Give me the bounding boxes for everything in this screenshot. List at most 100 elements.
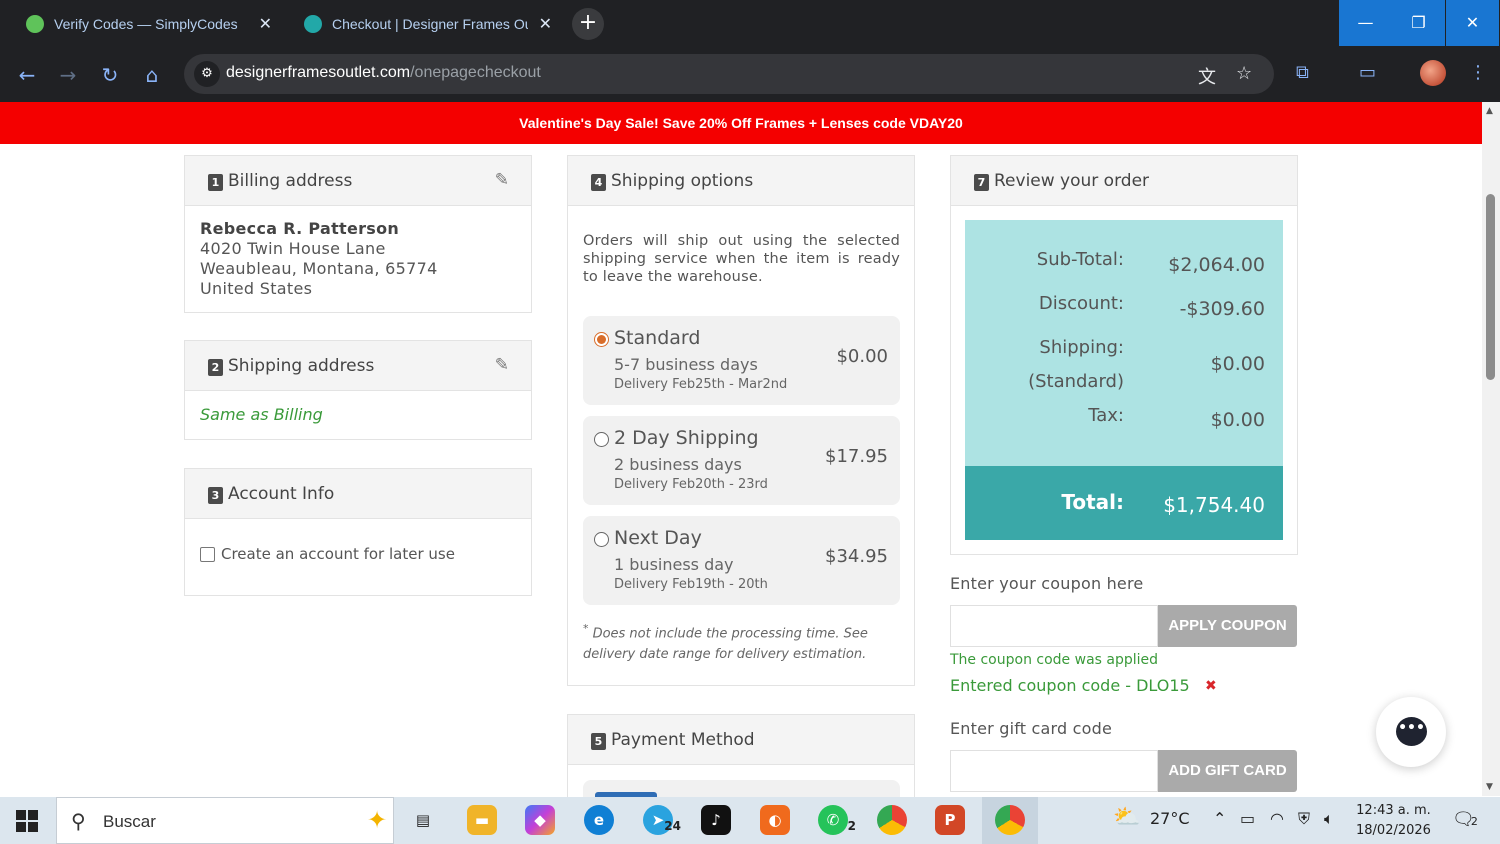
browser-toolbar: ← → ↻ ⌂ ⚙ designerframesoutlet.com/onepa…	[0, 48, 1500, 102]
tab-simplycodes[interactable]: Verify Codes — SimplyCodes ✕	[14, 6, 284, 42]
back-button[interactable]: ←	[14, 62, 40, 88]
create-account-label[interactable]: Create an account for later use	[221, 545, 455, 563]
gift-card-input[interactable]	[950, 750, 1158, 792]
coupon-applied-message: The coupon code was applied	[950, 652, 1159, 668]
bookmark-star-icon[interactable]: ☆	[1236, 63, 1252, 84]
add-gift-card-button[interactable]: ADD GIFT CARD	[1158, 750, 1297, 792]
telegram-icon[interactable]: ➤ 24	[643, 805, 681, 835]
chat-widget-button[interactable]: •••	[1376, 697, 1446, 767]
shipping-option-2day[interactable]: 2 Day Shipping 2 business days Delivery …	[583, 416, 900, 505]
step-badge: 1	[208, 173, 223, 191]
weather-temperature[interactable]: 27°C	[1150, 809, 1190, 828]
shipping-label: Shipping:	[1039, 337, 1124, 358]
browser-tab-strip: Verify Codes — SimplyCodes ✕ Checkout | …	[0, 0, 1500, 48]
close-tab-icon[interactable]: ✕	[539, 14, 552, 34]
security-shield-icon[interactable]: ⛨	[1298, 809, 1310, 829]
remove-coupon-icon[interactable]: ✖	[1205, 678, 1217, 694]
battery-icon[interactable]: ▭	[1240, 809, 1255, 828]
active-chrome-taskbar-item[interactable]	[982, 797, 1038, 844]
scroll-up-icon[interactable]: ▲	[1486, 106, 1493, 116]
shipping-option-next-day[interactable]: Next Day 1 business day Delivery Feb19th…	[583, 516, 900, 605]
apply-coupon-button[interactable]: APPLY COUPON	[1158, 605, 1297, 647]
radio-button[interactable]	[594, 432, 609, 447]
gift-card-label: Enter gift card code	[950, 719, 1113, 738]
chrome-profile-icon	[995, 805, 1025, 835]
tab-search-icon[interactable]: ▭	[1359, 62, 1376, 83]
radio-button-selected[interactable]	[594, 332, 609, 347]
same-as-billing-text: Same as Billing	[200, 405, 323, 424]
shipping-method-label: (Standard)	[1028, 371, 1124, 392]
file-explorer-icon[interactable]: ▬	[467, 805, 497, 835]
coupon-label: Enter your coupon here	[950, 574, 1144, 593]
weather-icon[interactable]: ⛅	[1113, 805, 1140, 830]
edge-browser-icon[interactable]: e	[584, 805, 614, 835]
url-text[interactable]: designerframesoutlet.com/onepagecheckout	[226, 64, 541, 82]
windows-start-icon[interactable]	[16, 810, 38, 832]
shipping-address-panel: 2 Shipping address ✎ Same as Billing	[184, 340, 532, 440]
translate-icon[interactable]: 文	[1198, 63, 1216, 89]
whatsapp-icon[interactable]: ✆ 2	[818, 805, 856, 835]
system-clock[interactable]: 12:43 a. m. 18/02/2026	[1356, 801, 1431, 841]
powerpoint-icon[interactable]: P	[935, 805, 965, 835]
coupon-input[interactable]	[950, 605, 1158, 647]
tiktok-icon[interactable]: ♪	[701, 805, 731, 835]
wifi-icon[interactable]: ◠	[1270, 809, 1284, 828]
order-summary-box: Sub-Total: $2,064.00 Discount: -$309.60 …	[965, 220, 1283, 540]
billing-country: United States	[200, 279, 313, 298]
order-summary-lines: Sub-Total: $2,064.00 Discount: -$309.60 …	[965, 220, 1283, 466]
orange-app-icon[interactable]: ◐	[760, 805, 790, 835]
designer-frames-favicon-icon	[304, 15, 322, 33]
panel-title: Shipping options	[611, 170, 754, 191]
address-bar[interactable]: ⚙ designerframesoutlet.com/onepagechecko…	[184, 54, 1274, 94]
page-scrollbar[interactable]: ▲ ▼	[1482, 102, 1500, 796]
option-price: $17.95	[825, 446, 888, 467]
option-name: 2 Day Shipping	[614, 427, 759, 449]
forward-button[interactable]: →	[55, 62, 81, 88]
billing-address-header: 1 Billing address ✎	[185, 156, 531, 206]
restore-window-button[interactable]: ❐	[1392, 0, 1445, 46]
edit-shipping-icon[interactable]: ✎	[495, 355, 509, 375]
radio-button[interactable]	[594, 532, 609, 547]
tray-chevron-icon[interactable]: ⌃	[1213, 809, 1226, 828]
discount-label: Discount:	[1038, 293, 1124, 314]
option-name: Next Day	[614, 527, 702, 549]
scrollbar-thumb[interactable]	[1486, 194, 1495, 380]
copilot-icon[interactable]: ◆	[525, 805, 555, 835]
edit-billing-icon[interactable]: ✎	[495, 170, 509, 190]
create-account-row[interactable]: Create an account for later use	[185, 519, 531, 563]
browser-menu-icon[interactable]: ⋮	[1469, 62, 1487, 83]
home-button[interactable]: ⌂	[139, 62, 165, 88]
close-tab-icon[interactable]: ✕	[259, 14, 272, 34]
site-info-icon[interactable]: ⚙	[194, 61, 220, 87]
create-account-checkbox[interactable]	[200, 546, 215, 562]
minimize-window-button[interactable]: —	[1339, 0, 1392, 46]
chrome-icon[interactable]	[877, 805, 907, 835]
tab-title: Checkout | Designer Frames Outlet	[332, 16, 528, 32]
tab-checkout[interactable]: Checkout | Designer Frames Outlet ✕	[292, 6, 564, 42]
extensions-icon[interactable]: ⧉	[1296, 62, 1309, 83]
reload-button[interactable]: ↻	[97, 62, 123, 88]
shipping-option-standard[interactable]: Standard 5-7 business days Delivery Feb2…	[583, 316, 900, 405]
volume-icon[interactable]: 🔈︎	[1324, 809, 1334, 829]
profile-avatar[interactable]	[1420, 60, 1446, 86]
payment-method-header: 5 Payment Method	[568, 715, 914, 765]
step-badge: 4	[591, 173, 606, 191]
close-window-button[interactable]: ✕	[1446, 0, 1499, 46]
notification-center-icon[interactable]: 🗨︎2	[1452, 809, 1478, 830]
copilot-sparkle-icon: ✦	[367, 806, 388, 834]
scroll-down-icon[interactable]: ▼	[1486, 782, 1493, 792]
review-order-panel: 7 Review your order Sub-Total: $2,064.00…	[950, 155, 1298, 555]
simplycodes-favicon-icon	[26, 15, 44, 33]
option-delivery: Delivery Feb19th - 20th	[614, 577, 768, 592]
entered-coupon-text: Entered coupon code - DLO15	[950, 676, 1190, 695]
shipping-intro-text: Orders will ship out using the selected …	[583, 233, 900, 285]
task-view-icon[interactable]: ▤	[408, 805, 438, 835]
panel-title: Billing address	[228, 170, 353, 191]
review-order-header: 7 Review your order	[951, 156, 1297, 206]
billing-street: 4020 Twin House Lane	[200, 239, 386, 258]
chat-bubble-icon: •••	[1396, 717, 1427, 746]
new-tab-button[interactable]: +	[572, 8, 604, 40]
step-badge: 7	[974, 173, 989, 191]
taskbar-search-box[interactable]: ⚲ Buscar ✦	[56, 797, 394, 844]
windows-taskbar: ⚲ Buscar ✦ ▤ ▬ ◆ e ➤ 24 ♪ ◐ ✆ 2 P ⛅ 27°C ⌃…	[0, 797, 1500, 844]
